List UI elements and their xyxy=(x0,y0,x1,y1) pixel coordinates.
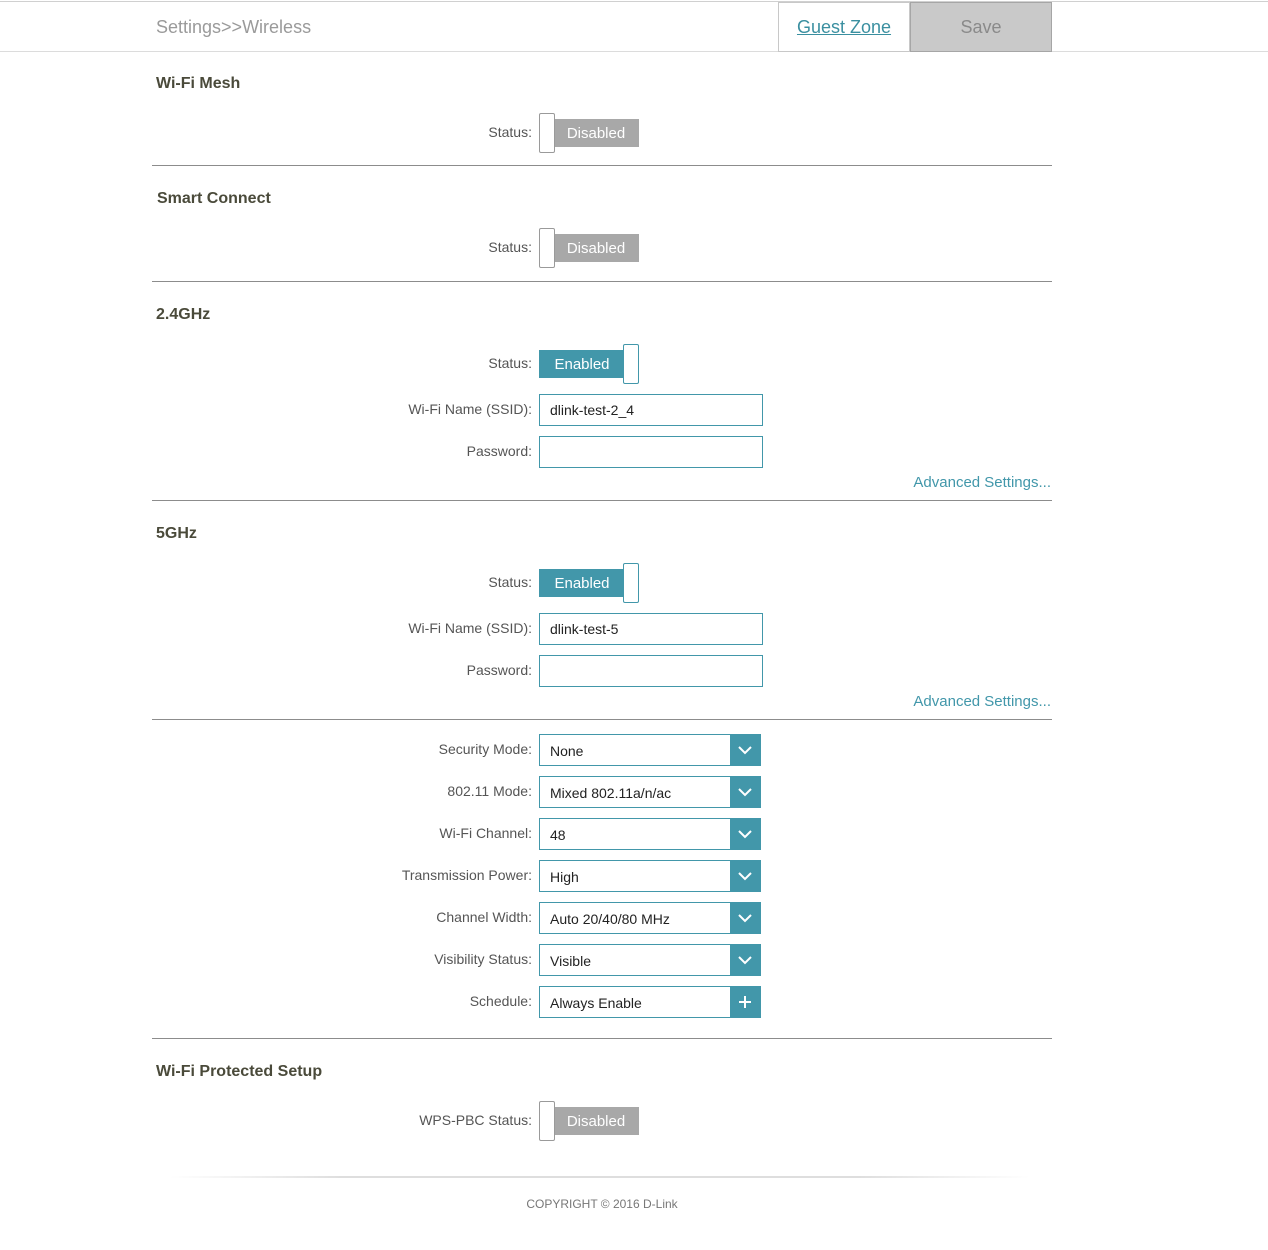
toggle-knob xyxy=(623,344,639,384)
band-24-title: 2.4GHz xyxy=(156,306,211,323)
channel-width-value: Auto 20/40/80 MHz xyxy=(550,911,670,927)
security-mode-value: None xyxy=(550,743,584,759)
section-divider xyxy=(152,165,1052,166)
save-button[interactable]: Save xyxy=(910,2,1052,52)
plus-icon[interactable] xyxy=(730,987,760,1017)
transmission-power-select[interactable]: High xyxy=(539,860,761,892)
schedule-label: Schedule: xyxy=(469,993,532,1009)
toggle-state-text: Disabled xyxy=(553,234,639,262)
section-divider xyxy=(152,500,1052,501)
transmission-power-value: High xyxy=(550,869,579,885)
band-24-status-toggle[interactable]: Enabled xyxy=(539,344,639,384)
band-5-password-label: Password: xyxy=(466,662,532,678)
smart-connect-status-label: Status: xyxy=(488,239,532,255)
wps-status-toggle[interactable]: Disabled xyxy=(539,1101,639,1141)
wifi-channel-select[interactable]: 48 xyxy=(539,818,761,850)
channel-width-label: Channel Width: xyxy=(436,909,532,925)
wifi-channel-label: Wi-Fi Channel: xyxy=(439,825,532,841)
band-24-advanced-settings-link[interactable]: Advanced Settings... xyxy=(913,474,1051,491)
security-mode-label: Security Mode: xyxy=(438,741,532,757)
section-divider xyxy=(152,281,1052,282)
security-mode-select[interactable]: None xyxy=(539,734,761,766)
band-5-advanced-settings-link[interactable]: Advanced Settings... xyxy=(913,693,1051,710)
band-5-password-input[interactable] xyxy=(539,655,763,687)
toggle-state-text: Disabled xyxy=(553,119,639,147)
chevron-down-icon xyxy=(730,903,760,933)
section-divider xyxy=(152,1038,1052,1039)
wifi-mesh-status-label: Status: xyxy=(488,124,532,140)
toggle-state-text: Disabled xyxy=(553,1107,639,1135)
guest-zone-button[interactable]: Guest Zone xyxy=(778,2,910,52)
band-24-ssid-label: Wi-Fi Name (SSID): xyxy=(408,401,532,417)
band-24-ssid-input[interactable] xyxy=(539,394,763,426)
visibility-status-label: Visibility Status: xyxy=(434,951,532,967)
wps-status-label: WPS-PBC Status: xyxy=(419,1112,532,1128)
copyright-text: COPYRIGHT © 2016 D-Link xyxy=(526,1197,678,1211)
smart-connect-title: Smart Connect xyxy=(157,190,271,207)
chevron-down-icon xyxy=(730,735,760,765)
chevron-down-icon xyxy=(730,945,760,975)
schedule-select[interactable]: Always Enable xyxy=(539,986,761,1018)
band-24-status-label: Status: xyxy=(488,355,532,371)
chevron-down-icon xyxy=(730,819,760,849)
toggle-state-text: Enabled xyxy=(539,569,625,597)
band-5-ssid-input[interactable] xyxy=(539,613,763,645)
footer-divider xyxy=(170,1176,1030,1178)
mode-80211-select[interactable]: Mixed 802.11a/n/ac xyxy=(539,776,761,808)
page-header: Settings>>Wireless Guest Zone Save xyxy=(0,2,1268,52)
section-divider xyxy=(152,719,1052,720)
transmission-power-label: Transmission Power: xyxy=(401,867,532,883)
wps-title: Wi-Fi Protected Setup xyxy=(156,1063,323,1080)
wifi-channel-value: 48 xyxy=(550,827,566,843)
wifi-mesh-status-toggle[interactable]: Disabled xyxy=(539,113,639,153)
schedule-value: Always Enable xyxy=(550,995,642,1011)
band-24-password-input[interactable] xyxy=(539,436,763,468)
band-5-status-toggle[interactable]: Enabled xyxy=(539,563,639,603)
breadcrumb: Settings>>Wireless xyxy=(156,17,312,37)
toggle-knob xyxy=(539,1101,555,1141)
toggle-knob xyxy=(539,113,555,153)
band-5-ssid-label: Wi-Fi Name (SSID): xyxy=(408,620,532,636)
band-5-title: 5GHz xyxy=(156,525,197,542)
toggle-knob xyxy=(623,563,639,603)
band-24-password-label: Password: xyxy=(466,443,532,459)
visibility-status-select[interactable]: Visible xyxy=(539,944,761,976)
smart-connect-status-toggle[interactable]: Disabled xyxy=(539,228,639,268)
wifi-mesh-title: Wi-Fi Mesh xyxy=(156,75,241,92)
mode-80211-value: Mixed 802.11a/n/ac xyxy=(550,785,672,801)
band-5-status-label: Status: xyxy=(488,574,532,590)
channel-width-select[interactable]: Auto 20/40/80 MHz xyxy=(539,902,761,934)
chevron-down-icon xyxy=(730,777,760,807)
toggle-knob xyxy=(539,228,555,268)
visibility-status-value: Visible xyxy=(550,953,591,969)
toggle-state-text: Enabled xyxy=(539,350,625,378)
mode-80211-label: 802.11 Mode: xyxy=(447,783,532,799)
chevron-down-icon xyxy=(730,861,760,891)
